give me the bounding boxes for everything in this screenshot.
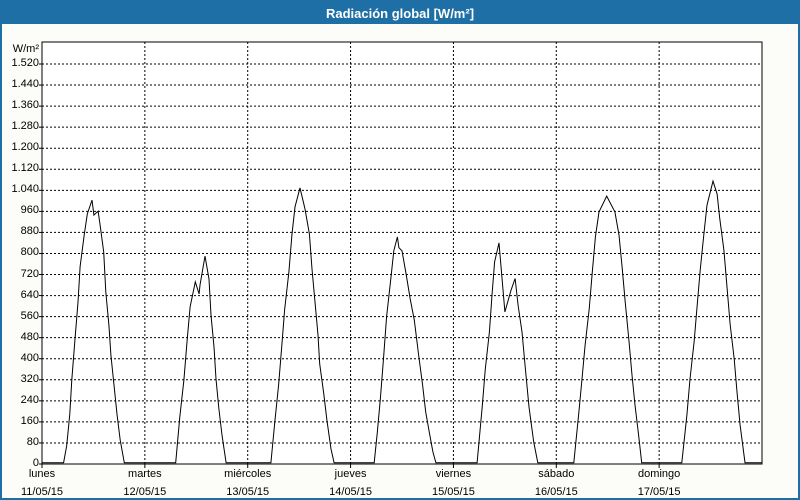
y-axis-tick-label: 1.280 [11, 120, 39, 133]
x-axis-day-label: viernes [436, 468, 471, 481]
y-axis-tick-label: 400 [21, 352, 39, 365]
y-axis-tick-label: 640 [21, 289, 39, 302]
x-axis-date-label: 12/05/15 [123, 486, 166, 499]
y-axis-tick-label: 1.040 [11, 183, 39, 196]
x-axis-day-label: sábado [538, 468, 574, 481]
y-axis-tick-label: 1.200 [11, 141, 39, 154]
x-axis-date-label: 16/05/15 [535, 486, 578, 499]
chart-title: Radiación global [W/m²] [326, 6, 474, 21]
x-axis-date-label: 13/05/15 [226, 486, 269, 499]
y-axis-tick-label: 1.120 [11, 162, 39, 175]
y-axis-tick-label: 960 [21, 204, 39, 217]
y-axis-unit-label: W/m² [13, 43, 39, 56]
x-axis-date-label: 14/05/15 [329, 486, 372, 499]
x-axis-day-label: jueves [335, 468, 367, 481]
y-axis-tick-label: 880 [21, 225, 39, 238]
y-axis-tick-label: 240 [21, 394, 39, 407]
y-axis-tick-label: 480 [21, 331, 39, 344]
y-axis-tick-label: 80 [27, 436, 39, 449]
x-axis-date-label: 17/05/15 [638, 486, 681, 499]
x-axis-day-label: lunes [29, 468, 55, 481]
y-axis-tick-label: 800 [21, 246, 39, 259]
y-axis-tick-label: 320 [21, 373, 39, 386]
x-axis-day-label: domingo [638, 468, 680, 481]
axis-labels-layer: W/m² 08016024032040048056064072080088096… [2, 2, 800, 500]
y-axis-tick-label: 1.360 [11, 99, 39, 112]
title-bar: Radiación global [W/m²] [2, 2, 798, 24]
y-axis-tick-label: 560 [21, 310, 39, 323]
x-axis-date-label: 11/05/15 [21, 486, 63, 499]
x-axis-day-label: miércoles [224, 468, 271, 481]
y-axis-tick-label: 160 [21, 415, 39, 428]
x-axis-day-label: martes [128, 468, 162, 481]
chart-window: Radiación global [W/m²] W/m² 08016024032… [0, 0, 800, 500]
y-axis-tick-label: 1.520 [11, 57, 39, 70]
y-axis-tick-label: 1.440 [11, 78, 39, 91]
x-axis-date-label: 15/05/15 [432, 486, 475, 499]
y-axis-tick-label: 720 [21, 268, 39, 281]
